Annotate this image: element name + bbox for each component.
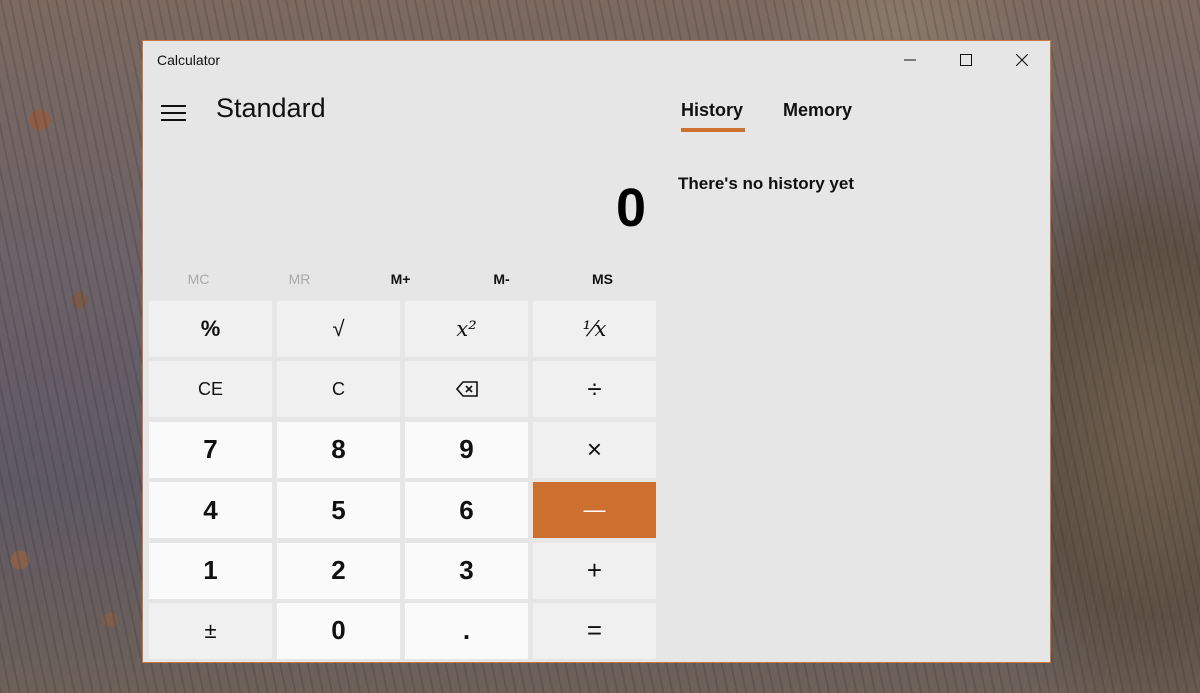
digit-9-button[interactable]: 9 bbox=[405, 421, 528, 478]
title-bar[interactable]: Calculator bbox=[143, 41, 1050, 79]
digit-6-button[interactable]: 6 bbox=[405, 482, 528, 539]
calculator-window: Calculator Standard 0 MC MR M+ M- MS % √… bbox=[142, 40, 1051, 663]
result-display: 0 bbox=[615, 178, 646, 238]
decimal-button[interactable]: . bbox=[405, 602, 528, 659]
clear-button[interactable]: C bbox=[277, 361, 400, 418]
memory-recall-button[interactable]: MR bbox=[249, 266, 350, 292]
minimize-button[interactable] bbox=[882, 41, 938, 79]
backspace-button[interactable] bbox=[405, 361, 528, 418]
digit-7-button[interactable]: 7 bbox=[149, 421, 272, 478]
desktop-wallpaper: Calculator Standard 0 MC MR M+ M- MS % √… bbox=[0, 0, 1200, 693]
minimize-icon bbox=[904, 59, 916, 61]
digit-8-button[interactable]: 8 bbox=[277, 421, 400, 478]
square-button[interactable]: x² bbox=[405, 301, 528, 357]
reciprocal-button[interactable]: ¹⁄x bbox=[533, 301, 656, 357]
keypad: % √ x² ¹⁄x CE C ÷ 7 8 9 × 4 5 6 — 1 2 3 … bbox=[149, 301, 658, 659]
memory-clear-button[interactable]: MC bbox=[148, 266, 249, 292]
memory-row: MC MR M+ M- MS bbox=[148, 266, 653, 292]
memory-subtract-button[interactable]: M- bbox=[451, 266, 552, 292]
add-button[interactable]: + bbox=[533, 542, 656, 599]
tab-memory[interactable]: Memory bbox=[783, 100, 852, 121]
square-root-button[interactable]: √ bbox=[277, 301, 400, 357]
tab-history[interactable]: History bbox=[681, 100, 743, 121]
maximize-icon bbox=[960, 54, 972, 66]
tab-selected-indicator bbox=[681, 128, 745, 132]
memory-add-button[interactable]: M+ bbox=[350, 266, 451, 292]
digit-3-button[interactable]: 3 bbox=[405, 542, 528, 599]
backspace-icon bbox=[455, 381, 478, 398]
subtract-button[interactable]: — bbox=[533, 482, 656, 539]
close-icon bbox=[1016, 54, 1028, 66]
digit-4-button[interactable]: 4 bbox=[149, 482, 272, 539]
digit-5-button[interactable]: 5 bbox=[277, 482, 400, 539]
maximize-button[interactable] bbox=[938, 41, 994, 79]
negate-button[interactable]: ± bbox=[149, 602, 272, 659]
close-button[interactable] bbox=[994, 41, 1050, 79]
percent-button[interactable]: % bbox=[149, 301, 272, 357]
memory-store-button[interactable]: MS bbox=[552, 266, 653, 292]
calculator-mode-title: Standard bbox=[216, 93, 326, 123]
hamburger-menu-icon bbox=[160, 105, 186, 107]
multiply-button[interactable]: × bbox=[533, 421, 656, 478]
history-empty-message: There's no history yet bbox=[678, 174, 854, 193]
window-title: Calculator bbox=[157, 52, 221, 68]
digit-0-button[interactable]: 0 bbox=[277, 602, 400, 659]
digit-1-button[interactable]: 1 bbox=[149, 542, 272, 599]
hamburger-menu-button[interactable] bbox=[157, 99, 189, 127]
digit-2-button[interactable]: 2 bbox=[277, 542, 400, 599]
clear-entry-button[interactable]: CE bbox=[149, 361, 272, 418]
equals-button[interactable]: = bbox=[533, 602, 656, 659]
divide-button[interactable]: ÷ bbox=[533, 361, 656, 418]
